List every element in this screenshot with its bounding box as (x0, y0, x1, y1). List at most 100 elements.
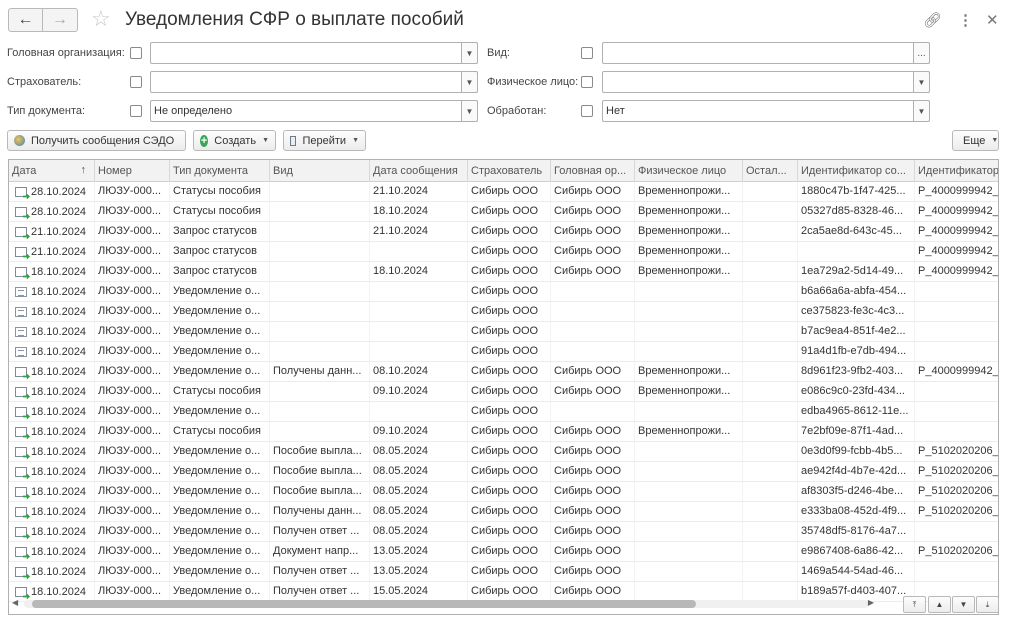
insurer-field[interactable]: ▼ (150, 71, 478, 93)
to-first-button[interactable]: ⤒ (903, 596, 926, 613)
doc-type-checkbox[interactable] (130, 105, 142, 117)
down-button[interactable]: ▼ (952, 596, 975, 613)
cell-date: 18.10.2024 (9, 322, 95, 341)
processed-field[interactable]: Нет ▼ (602, 100, 930, 122)
kind-select-button[interactable]: ... (913, 42, 930, 64)
col-message-id[interactable]: Идентификатор со... (798, 160, 915, 182)
kind-field[interactable]: ... (602, 42, 930, 64)
table-row[interactable]: 18.10.2024 ЛЮЗУ-000... Уведомление о... Пос… (9, 462, 998, 482)
scroll-left-icon[interactable]: ◀ (12, 598, 18, 607)
table-row[interactable]: 18.10.2024 ЛЮЗУ-000... Статусы пособия 09.1… (9, 382, 998, 402)
cell-remaining (743, 482, 798, 501)
col-insurer[interactable]: Страхователь (468, 160, 551, 182)
table-row[interactable]: 18.10.2024 ЛЮЗУ-000... Уведомление о... Сиб… (9, 342, 998, 362)
person-checkbox[interactable] (581, 76, 593, 88)
cell-doc-type: Статусы пособия (170, 182, 270, 201)
insurer-checkbox[interactable] (130, 76, 142, 88)
up-button[interactable]: ▲ (928, 596, 951, 613)
processed-dropdown[interactable]: ▼ (913, 100, 930, 122)
cell-kind (270, 222, 370, 241)
star-icon[interactable]: ☆ (91, 6, 111, 32)
col-number[interactable]: Номер (95, 160, 170, 182)
table-row[interactable]: 28.10.2024 ЛЮЗУ-000... Статусы пособия 21.1… (9, 182, 998, 202)
table-row[interactable]: 18.10.2024 ЛЮЗУ-000... Уведомление о... Сиб… (9, 302, 998, 322)
table-row[interactable]: 28.10.2024 ЛЮЗУ-000... Статусы пособия 18.1… (9, 202, 998, 222)
back-button[interactable]: ← (8, 8, 43, 32)
cell-insurer: Сибирь ООО (468, 422, 551, 441)
table-row[interactable]: 18.10.2024 ЛЮЗУ-000... Уведомление о... Пол… (9, 582, 998, 602)
table-row[interactable]: 18.10.2024 ЛЮЗУ-000... Уведомление о... Пол… (9, 562, 998, 582)
table-row[interactable]: 18.10.2024 ЛЮЗУ-000... Уведомление о... Пол… (9, 502, 998, 522)
cell-doc-type: Уведомление о... (170, 462, 270, 481)
cell-head-org (551, 402, 635, 421)
scroll-thumb[interactable] (32, 600, 696, 608)
table-row[interactable]: 18.10.2024 ЛЮЗУ-000... Запрос статусов 18.1… (9, 262, 998, 282)
cell-number: ЛЮЗУ-000... (95, 362, 170, 381)
link-icon[interactable]: 🔗︎ (923, 11, 942, 29)
col-message-date[interactable]: Дата сообщения (370, 160, 468, 182)
col-person[interactable]: Физическое лицо (635, 160, 743, 182)
more-vertical-icon[interactable]: ⋮ (958, 11, 973, 29)
insurer-dropdown[interactable]: ▼ (461, 71, 478, 93)
cell-identifier: P_4000999942_2 (915, 362, 998, 381)
table-row[interactable]: 18.10.2024 ЛЮЗУ-000... Статусы пособия 09.1… (9, 422, 998, 442)
get-messages-button[interactable]: Получить сообщения СЭДО (7, 130, 186, 151)
head-org-field[interactable]: ▼ (150, 42, 478, 64)
scroll-right-icon[interactable]: ▶ (868, 598, 874, 607)
notifications-table[interactable]: Дата ↑ Номер Тип документа Вид Дата сообщ… (8, 159, 999, 615)
doc-type-dropdown[interactable]: ▼ (461, 100, 478, 122)
cell-doc-type: Уведомление о... (170, 522, 270, 541)
kind-checkbox[interactable] (581, 47, 593, 59)
table-row[interactable]: 18.10.2024 ЛЮЗУ-000... Уведомление о... Сиб… (9, 322, 998, 342)
cell-message-date (370, 402, 468, 421)
more-button[interactable]: Еще ▼ (952, 130, 999, 151)
goto-button[interactable]: Перейти ▼ (283, 130, 366, 151)
col-remaining[interactable]: Остал... (743, 160, 798, 182)
to-last-button[interactable]: ⤓ (976, 596, 999, 613)
cell-message-date (370, 282, 468, 301)
close-icon[interactable]: ✕ (986, 11, 999, 29)
table-row[interactable]: 21.10.2024 ЛЮЗУ-000... Запрос статусов Сиби… (9, 242, 998, 262)
table-row[interactable]: 18.10.2024 ЛЮЗУ-000... Уведомление о... Пол… (9, 362, 998, 382)
create-button[interactable]: + Создать ▼ (193, 130, 276, 151)
table-row[interactable]: 18.10.2024 ЛЮЗУ-000... Уведомление о... Сиб… (9, 402, 998, 422)
head-org-dropdown[interactable]: ▼ (461, 42, 478, 64)
table-row[interactable]: 18.10.2024 ЛЮЗУ-000... Уведомление о... Пол… (9, 522, 998, 542)
col-doc-type[interactable]: Тип документа (170, 160, 270, 182)
col-head-org[interactable]: Головная ор... (551, 160, 635, 182)
cell-person (635, 342, 743, 361)
cell-date-text: 28.10.2024 (31, 185, 87, 198)
incoming-message-icon (15, 446, 27, 457)
cell-date: 18.10.2024 (9, 542, 95, 561)
to-last-icon: ⤓ (985, 599, 990, 609)
cell-doc-type: Статусы пособия (170, 422, 270, 441)
cell-insurer: Сибирь ООО (468, 382, 551, 401)
table-row[interactable]: 18.10.2024 ЛЮЗУ-000... Уведомление о... Сиб… (9, 282, 998, 302)
person-dropdown[interactable]: ▼ (913, 71, 930, 93)
table-row[interactable]: 18.10.2024 ЛЮЗУ-000... Уведомление о... Док… (9, 542, 998, 562)
cell-remaining (743, 502, 798, 521)
horizontal-scrollbar[interactable]: ◀ ▶ (12, 598, 874, 608)
cell-head-org: Сибирь ООО (551, 242, 635, 261)
cell-doc-type: Уведомление о... (170, 582, 270, 601)
col-kind[interactable]: Вид (270, 160, 370, 182)
forward-button[interactable]: → (43, 8, 78, 32)
cell-head-org: Сибирь ООО (551, 542, 635, 561)
col-date[interactable]: Дата ↑ (9, 160, 95, 182)
cell-head-org (551, 342, 635, 361)
head-org-checkbox[interactable] (130, 47, 142, 59)
table-row[interactable]: 21.10.2024 ЛЮЗУ-000... Запрос статусов 21.1… (9, 222, 998, 242)
cell-person: Временнопрожи... (635, 362, 743, 381)
cell-date-text: 18.10.2024 (31, 465, 87, 478)
doc-type-field[interactable]: Не определено ▼ (150, 100, 478, 122)
table-row[interactable]: 18.10.2024 ЛЮЗУ-000... Уведомление о... Пос… (9, 482, 998, 502)
col-identifier[interactable]: Идентификатор (915, 160, 998, 182)
person-field[interactable]: ▼ (602, 71, 930, 93)
get-messages-label: Получить сообщения СЭДО (31, 134, 175, 147)
cell-date: 18.10.2024 (9, 462, 95, 481)
cell-number: ЛЮЗУ-000... (95, 222, 170, 241)
cell-date-text: 21.10.2024 (31, 245, 87, 258)
cell-kind (270, 322, 370, 341)
table-row[interactable]: 18.10.2024 ЛЮЗУ-000... Уведомление о... Пос… (9, 442, 998, 462)
processed-checkbox[interactable] (581, 105, 593, 117)
